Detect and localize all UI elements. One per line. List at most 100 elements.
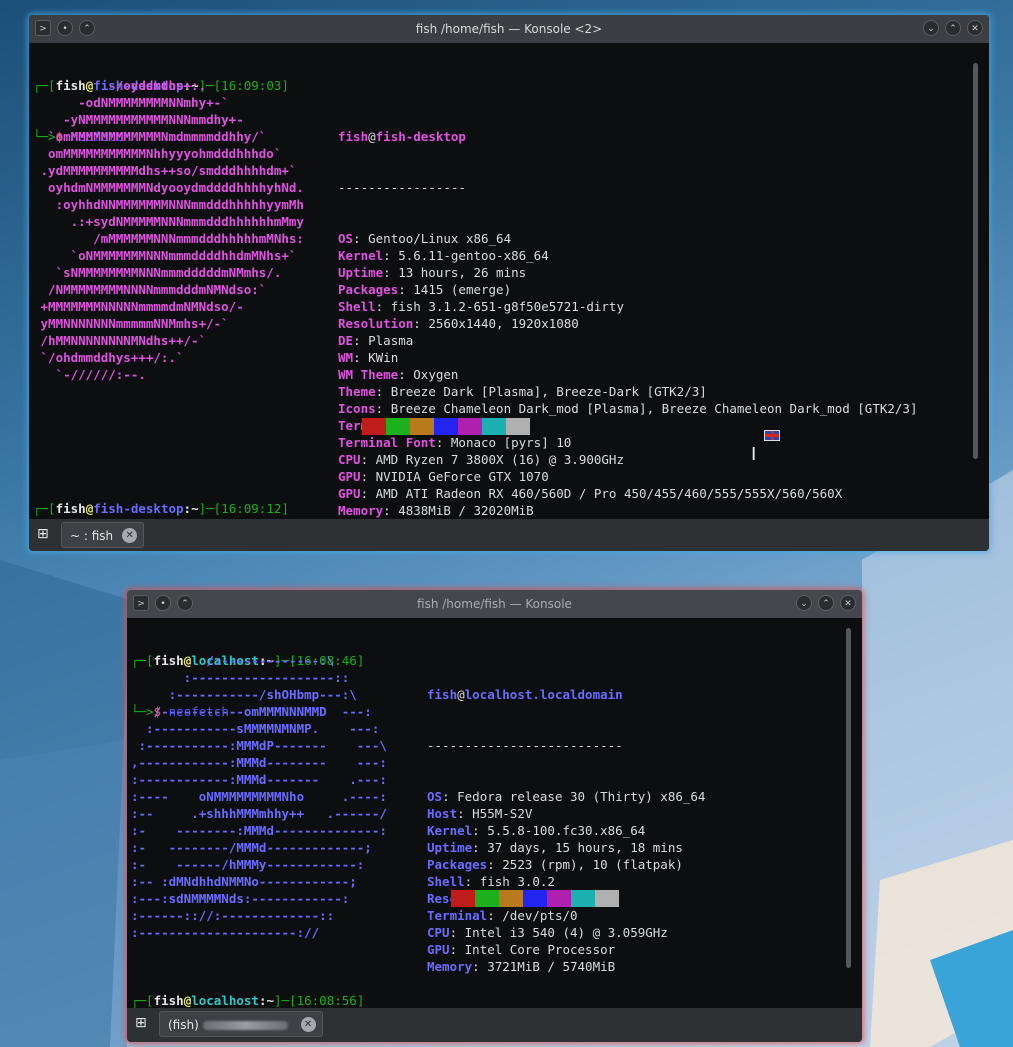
info-key: Memory bbox=[427, 959, 473, 974]
info-value: : NVIDIA GeForce GTX 1070 bbox=[360, 469, 549, 484]
info-key: CPU bbox=[338, 452, 361, 467]
tab-fish[interactable]: (fish) ✕ bbox=[159, 1011, 323, 1037]
info-value: : fish 3.1.2-651-g8f50e5721-dirty bbox=[375, 299, 624, 314]
title-bar[interactable]: > • ⌃ fish /home/fish — Konsole <2> ⌄ ⌃ … bbox=[29, 15, 989, 43]
info-row: Theme: Breeze Dark [Plasma], Breeze-Dark… bbox=[338, 383, 918, 400]
info-key: CPU bbox=[427, 925, 450, 940]
info-value: : H55M-S2V bbox=[457, 806, 533, 821]
minimize-button[interactable]: ⌄ bbox=[923, 20, 939, 36]
info-row: Kernel: 5.6.11-gentoo-x86_64 bbox=[338, 247, 918, 264]
app-menu-icon[interactable]: > bbox=[35, 20, 51, 36]
ascii-art-line: :-------------------:: bbox=[131, 670, 350, 685]
ascii-art-line: :------------:MMMd------- .---: bbox=[131, 772, 387, 787]
info-key: GPU bbox=[338, 486, 361, 501]
info-key: OS bbox=[427, 789, 443, 804]
color-swatch bbox=[410, 418, 434, 435]
ascii-art-line: /mMMMMMMNNNmmmdddhhhhhmMNhs: bbox=[33, 231, 304, 246]
ascii-art-line: `oNMMMMMMMNNNmmmddddhhdmMNhs+` bbox=[33, 248, 297, 263]
maximize-button[interactable]: ⌃ bbox=[818, 595, 834, 611]
keep-above-button[interactable]: ⌃ bbox=[177, 595, 193, 611]
ascii-art-line: :-- .+shhhMMMmhhy++ .------/ bbox=[131, 806, 387, 821]
new-tab-icon[interactable]: ⊞ bbox=[135, 1015, 153, 1031]
ascii-art-line: :------:://:-------------:: bbox=[131, 908, 335, 923]
close-button[interactable]: ✕ bbox=[840, 595, 856, 611]
info-key: Resolution bbox=[338, 316, 414, 331]
color-swatch bbox=[451, 890, 475, 907]
info-value: : Breeze Dark [Plasma], Breeze-Dark [GTK… bbox=[375, 384, 707, 399]
color-swatch bbox=[475, 890, 499, 907]
color-swatch bbox=[506, 418, 530, 435]
info-value: : /dev/pts/0 bbox=[487, 908, 578, 923]
terminal-area[interactable]: ┌─[fish@fish-desktop:~]─[16:09:03] └─>$ … bbox=[29, 43, 989, 519]
ascii-art-line: :- --------:MMMd--------------: bbox=[131, 823, 387, 838]
info-value: : Intel Core Processor bbox=[449, 942, 616, 957]
scrollbar[interactable] bbox=[846, 628, 851, 968]
tab-fish[interactable]: ~ : fish ✕ bbox=[61, 522, 145, 548]
ascii-art-line: /-----------omMMMNNNMMD ---: bbox=[131, 704, 372, 719]
terminal-area[interactable]: ┌─[fish@localhost:~]─[16:08:46] └─>$ neo… bbox=[127, 618, 862, 1008]
gentoo-ascii-logo: -/oyddmdhs+:. -odNMMMMMMMMNNmhy+-` -yNMM… bbox=[33, 77, 304, 383]
info-row: OS: Fedora release 30 (Thirty) x86_64 bbox=[427, 788, 705, 805]
info-value: : Breeze Chameleon Dark_mod [Plasma], Br… bbox=[375, 401, 918, 416]
color-swatch bbox=[523, 890, 547, 907]
maximize-button[interactable]: ⌃ bbox=[945, 20, 961, 36]
ascii-art-line: -yNMMMMMMMMMMMNNNmmdhy+- bbox=[33, 112, 244, 127]
ascii-art-line: -/oyddmdhs+:. bbox=[33, 78, 207, 93]
info-value: : 5.6.11-gentoo-x86_64 bbox=[383, 248, 549, 263]
ascii-art-line: /:-------------:\ bbox=[131, 653, 335, 668]
prompt-line: ┌─[fish@fish-desktop:~]─[16:09:12] bbox=[33, 501, 289, 516]
info-value: : Plasma bbox=[353, 333, 414, 348]
info-key: Host bbox=[427, 806, 458, 821]
on-all-desktops-button[interactable]: • bbox=[57, 20, 73, 36]
info-key: Packages bbox=[427, 857, 488, 872]
info-key: Memory bbox=[338, 503, 384, 518]
info-row: Shell: fish 3.1.2-651-g8f50e5721-dirty bbox=[338, 298, 918, 315]
tab-label: ~ : fish bbox=[70, 529, 114, 543]
info-row: DE: Plasma bbox=[338, 332, 918, 349]
new-tab-icon[interactable]: ⊞ bbox=[37, 526, 55, 542]
ascii-art-line: :-----------/shOHbmp---:\ bbox=[131, 687, 357, 702]
info-value: : AMD Ryzen 7 3800X (16) @ 3.900GHz bbox=[360, 452, 624, 467]
info-row: CPU: AMD Ryzen 7 3800X (16) @ 3.900GHz bbox=[338, 451, 918, 468]
ascii-art-line: oyhdmNMMMMMMMNdyooydmddddhhhhyhNd. bbox=[33, 180, 304, 195]
on-all-desktops-button[interactable]: • bbox=[155, 595, 171, 611]
app-menu-icon[interactable]: > bbox=[133, 595, 149, 611]
minimize-button[interactable]: ⌄ bbox=[796, 595, 812, 611]
info-value: : Gentoo/Linux x86_64 bbox=[353, 231, 512, 246]
color-swatch bbox=[482, 418, 506, 435]
info-row: WM Theme: Oxygen bbox=[338, 366, 918, 383]
info-row: Shell: fish 3.0.2 bbox=[427, 873, 705, 890]
mouse-ibeam-cursor-icon: I bbox=[751, 444, 757, 465]
scrollbar[interactable] bbox=[973, 63, 978, 459]
close-tab-icon[interactable]: ✕ bbox=[122, 528, 138, 543]
ascii-art-line: +MMMMMMMNNNNNmmmmdmNMNdso/- bbox=[33, 299, 244, 314]
info-key: WM Theme bbox=[338, 367, 399, 382]
ascii-art-line: `/ohdmmddhys+++/:.` bbox=[33, 350, 184, 365]
info-key: Terminal Font bbox=[338, 435, 436, 450]
ascii-art-line: `sNMMMMMMMMNNNmmmdddddmNMmhs/. bbox=[33, 265, 282, 280]
info-row: Packages: 2523 (rpm), 10 (flatpak) bbox=[427, 856, 705, 873]
tab-bar: ⊞ ~ : fish ✕ bbox=[29, 519, 989, 551]
info-key: Shell bbox=[338, 299, 376, 314]
keep-above-button[interactable]: ⌃ bbox=[79, 20, 95, 36]
info-value: : 13 hours, 26 mins bbox=[383, 265, 527, 280]
info-key: GPU bbox=[427, 942, 450, 957]
color-swatch bbox=[434, 418, 458, 435]
title-bar[interactable]: > • ⌃ fish /home/fish — Konsole ⌄ ⌃ ✕ bbox=[127, 590, 862, 618]
close-button[interactable]: ✕ bbox=[967, 20, 983, 36]
info-value: : 2523 (rpm), 10 (flatpak) bbox=[487, 857, 683, 872]
info-key: Kernel bbox=[427, 823, 473, 838]
info-row: Kernel: 5.5.8-100.fc30.x86_64 bbox=[427, 822, 705, 839]
color-swatch bbox=[499, 890, 523, 907]
info-row: Uptime: 37 days, 15 hours, 18 mins bbox=[427, 839, 705, 856]
info-key: Uptime bbox=[427, 840, 473, 855]
info-value: : Intel i3 540 (4) @ 3.059GHz bbox=[449, 925, 668, 940]
close-tab-icon[interactable]: ✕ bbox=[300, 1017, 316, 1032]
system-info: fish@localhost.localdomain -------------… bbox=[427, 687, 706, 974]
info-value: : 37 days, 15 hours, 18 mins bbox=[472, 840, 683, 855]
color-palette bbox=[451, 890, 619, 907]
ascii-art-line: `omMMMMMMMMMMMMNmdmmmmddhhy/` bbox=[33, 129, 267, 144]
info-key: Uptime bbox=[338, 265, 384, 280]
ascii-art-line: :-- :dMNdhhdNMMNo------------; bbox=[131, 874, 357, 889]
info-value: : Monaco [pyrs] 10 bbox=[435, 435, 572, 450]
